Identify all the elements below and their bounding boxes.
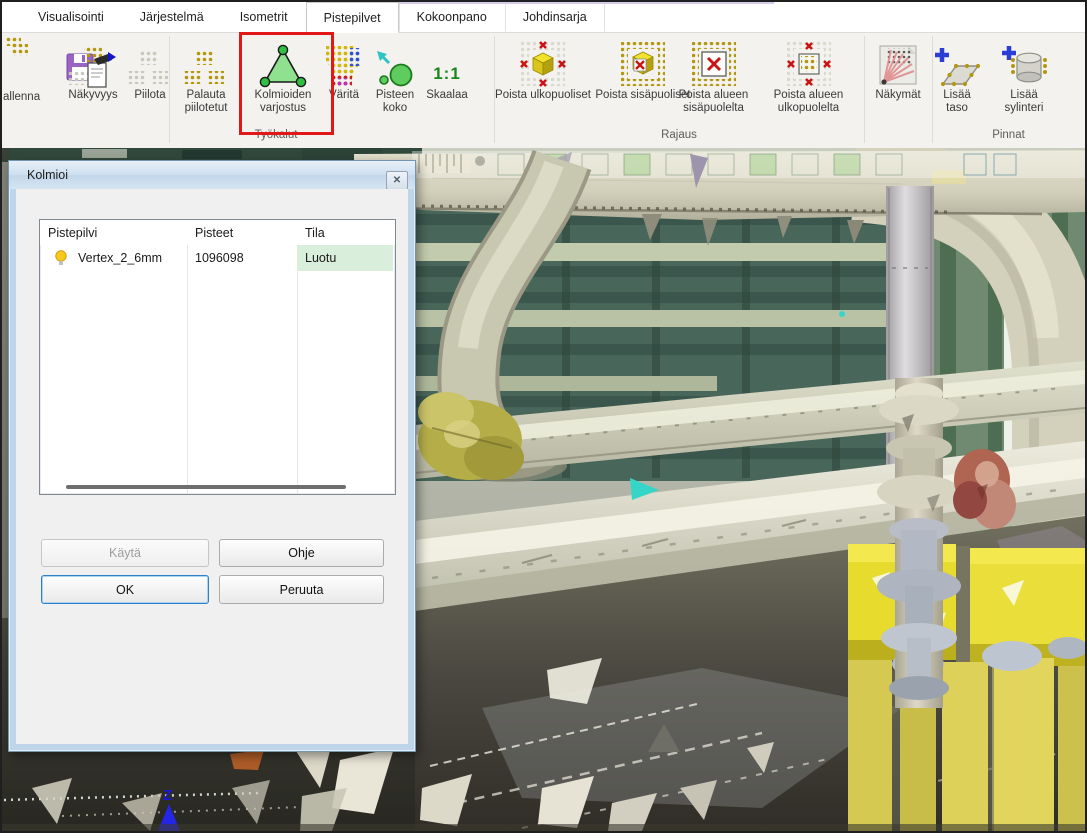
table-row[interactable]: Vertex_2_6mm 1096098 Luotu [40,245,395,271]
horizontal-scrollbar[interactable] [66,485,346,489]
ribbon-button-label: Näkyvyys [68,89,117,102]
triangle-shading-icon [256,43,310,89]
ribbon-button-label: Pisteen koko [366,89,424,115]
ribbon-button-label: Näkymät [875,89,920,102]
group-label-rajaus: Rajaus [494,129,864,145]
ribbon-button-poista-alueen-sisapuolelta[interactable]: Poista alueen sisäpuolelta [664,35,763,115]
view-toolbar-overlay [412,151,1085,178]
status-badge: Luotu [297,245,393,271]
restore-hidden-points-icon [184,51,228,89]
group-label-pinnat: Pinnat [932,129,1085,145]
points-dots-icon [6,37,30,57]
add-plane-icon [933,47,981,89]
ribbon-button-label: Lisää sylinteri [996,89,1052,115]
ribbon-button-skaalaa[interactable]: 1:1 Skaalaa [419,35,475,102]
ribbon-button-piilota[interactable]: Piilota [124,35,176,102]
remove-inside-points-icon [620,41,666,89]
ribbon-button-label: Palauta piilotetut [172,89,240,115]
ribbon-button-label: Lisää taso [933,89,981,115]
ribbon: allenna Näkyvyys Piilota Palauta piilote… [2,33,1085,148]
visibility-icon [68,47,118,89]
ribbon-button-nakymat[interactable]: Näkymät [862,35,934,102]
add-cylinder-icon [1000,45,1048,89]
ribbon-button-palauta-piilotetut[interactable]: Palauta piilotetut [172,35,240,115]
tab-isometrit[interactable]: Isometrit [222,2,306,32]
group-label-tyokalut: Työkalut [58,129,494,145]
point-cloud-list[interactable]: Pistepilvi Pisteet Tila Vertex_2_6mm 109… [39,219,396,495]
dialog-body: Pistepilvi Pisteet Tila Vertex_2_6mm 109… [16,189,408,744]
ribbon-button-kolmioiden-varjostus[interactable]: Kolmioiden varjostus [241,35,325,115]
bulb-icon [53,249,69,267]
tab-visualisointi[interactable]: Visualisointi [20,2,122,32]
ribbon-tab-bar: Visualisointi Järjestelmä Isometrit Pist… [2,2,1085,33]
cancel-button[interactable]: Peruuta [219,575,384,604]
ribbon-button-lisaa-taso[interactable]: Lisää taso [933,35,981,115]
ok-button[interactable]: OK [41,575,209,604]
help-button[interactable]: Ohje [219,539,384,567]
hide-points-icon [128,51,172,89]
views-icon [877,45,919,89]
tab-pistepilvet[interactable]: Pistepilvet [306,2,399,33]
save-button-label: allenna [3,91,40,103]
svg-text:Z: Z [163,787,172,804]
column-header-pistepilvi[interactable]: Pistepilvi [40,220,187,245]
ribbon-button-varita[interactable]: Väritä [320,35,368,102]
column-header-pisteet[interactable]: Pisteet [187,220,297,245]
ribbon-button-label: Skaalaa [426,89,468,102]
ribbon-button-poista-alueen-ulkopuolelta[interactable]: Poista alueen ulkopuolelta [759,35,858,115]
tab-jarjestelma[interactable]: Järjestelmä [122,2,222,32]
remove-outside-points-icon [520,41,566,89]
kolmioi-dialog: Kolmioi ✕ Pistepilvi Pisteet Tila Vertex… [8,160,416,752]
dialog-title: Kolmioi [9,161,415,189]
window-top-accent [390,0,774,4]
ribbon-button-poista-ulkopuoliset[interactable]: Poista ulkopuoliset [495,35,591,102]
remove-area-outside-icon [786,41,832,89]
ribbon-button-label: Kolmioiden varjostus [241,89,325,115]
tab-johdinsarja[interactable]: Johdinsarja [505,2,605,32]
ribbon-button-nakyvyys[interactable]: Näkyvyys [56,35,130,102]
tab-kokoonpano[interactable]: Kokoonpano [399,2,505,32]
list-header: Pistepilvi Pisteet Tila [40,220,395,245]
remove-area-inside-icon [691,41,737,89]
color-points-icon [325,45,363,89]
point-size-icon [375,49,415,89]
point-count: 1096098 [187,245,297,271]
ribbon-button-label: Poista alueen ulkopuolelta [759,89,858,115]
apply-button[interactable]: Käytä [41,539,209,567]
ribbon-button-label: Poista alueen sisäpuolelta [664,89,763,115]
ribbon-button-label: Väritä [329,89,359,102]
ribbon-button-label: Piilota [134,89,165,102]
ribbon-button-label: Poista ulkopuoliset [495,89,591,102]
column-header-tila[interactable]: Tila [297,220,393,245]
ribbon-button-pisteen-koko[interactable]: Pisteen koko [366,35,424,115]
close-icon[interactable]: ✕ [386,171,408,190]
ribbon-button-lisaa-sylinteri[interactable]: Lisää sylinteri [996,35,1052,115]
yellow-columns [848,637,1085,831]
point-cloud-name: Vertex_2_6mm [78,251,162,265]
one-to-one-icon: 1:1 [433,64,461,89]
